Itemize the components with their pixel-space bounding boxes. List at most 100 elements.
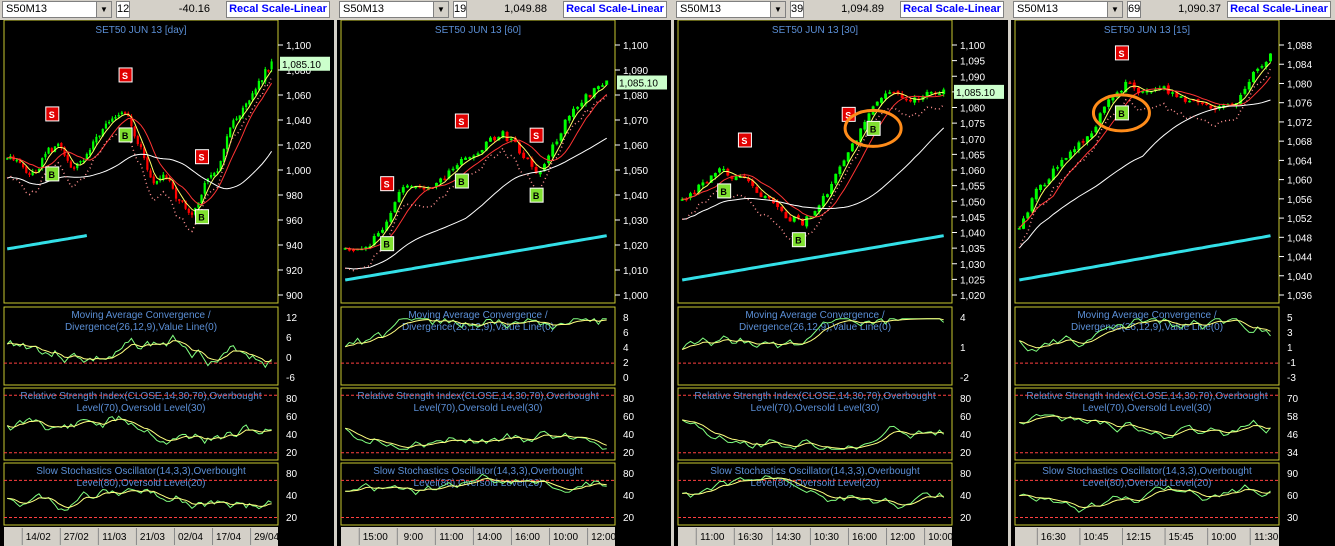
rsi-line: [1019, 415, 1271, 437]
recal-scale-button[interactable]: Recal Scale-Linear: [563, 1, 667, 18]
symbol-select[interactable]: S50M13 ▼: [1013, 1, 1123, 18]
symbol-select[interactable]: S50M13 ▼: [2, 1, 112, 18]
price-frame: [1014, 20, 1280, 304]
panel-toolbar: S50M13 ▼ 39 1,094.89 Recal Scale-Linear: [674, 0, 1008, 20]
long-ma-line: [681, 234, 944, 282]
x-tick-label: 16:00: [852, 532, 877, 543]
symbol-value: S50M13: [1017, 3, 1058, 15]
panel-divider[interactable]: [1008, 0, 1011, 546]
price-tick-label: 1,084: [1287, 60, 1312, 71]
signal-label: B: [383, 240, 390, 250]
sto-title: Slow Stochastics Oscillator(14,3,3),Over…: [36, 466, 246, 477]
dropdown-arrow-icon[interactable]: ▼: [770, 2, 785, 17]
candle: [1260, 66, 1264, 68]
price-tick-label: 1,045: [960, 213, 985, 224]
dropdown-arrow-icon[interactable]: ▼: [433, 2, 448, 17]
candle: [784, 212, 788, 219]
x-tick-label: 12:15: [1126, 532, 1151, 543]
price-tick-label: 1,048: [1287, 233, 1312, 244]
x-tick-label: 10:30: [814, 532, 839, 543]
sto-line: [7, 488, 272, 511]
price-tick-label: 1,040: [286, 116, 311, 127]
candle: [92, 141, 95, 150]
price-tick-label: 1,020: [286, 141, 311, 152]
chart-title: SET50 JUN 13 [60]: [435, 25, 521, 36]
candle: [693, 192, 697, 195]
candle: [1132, 82, 1136, 89]
macd-tick-label: 12: [286, 313, 298, 324]
dropdown-arrow-icon[interactable]: ▼: [1107, 2, 1122, 17]
candle: [1102, 106, 1106, 113]
rsi-tick-label: 20: [286, 448, 298, 459]
symbol-select[interactable]: S50M13 ▼: [676, 1, 786, 18]
last-value: 1,090.37: [1178, 3, 1221, 15]
price-tick-label: 940: [286, 241, 303, 252]
price-tick-label: 1,070: [960, 135, 985, 146]
candle: [588, 94, 592, 98]
candle: [722, 168, 726, 171]
x-tick-label: 10:00: [1211, 532, 1236, 543]
current-price-label: 1,085.10: [956, 88, 995, 99]
chart-panel-2: S50M13 ▼ 19 1,049.88 Recal Scale-Linear SET50…: [337, 0, 671, 546]
recal-scale-button[interactable]: Recal Scale-Linear: [1227, 1, 1331, 18]
price-tick-label: 1,030: [623, 216, 648, 227]
chart-svg: SET50 JUN 13 [15] 1,088 1,084 1,080 1,076 1,0…: [1014, 20, 1312, 546]
rsi-tick-label: 80: [960, 394, 972, 405]
price-tick-label: 1,020: [960, 291, 985, 302]
price-tick-label: 1,090: [623, 66, 648, 77]
signal-label: B: [198, 213, 205, 223]
macd-title: Divergence(26,12,9),Value Line(0): [1071, 322, 1223, 333]
sto-title: Slow Stochastics Oscillator(14,3,3),Over…: [1042, 466, 1252, 477]
recal-scale-button[interactable]: Recal Scale-Linear: [226, 1, 330, 18]
candle: [879, 97, 883, 103]
candle: [260, 80, 264, 82]
candle: [190, 212, 194, 215]
x-tick-label: 11:00: [439, 532, 464, 543]
candle: [929, 92, 933, 94]
candle: [734, 176, 738, 181]
macd-tick-label: -1: [1287, 358, 1296, 369]
panel-divider[interactable]: [671, 0, 674, 546]
candle: [1119, 90, 1123, 93]
rsi-tick-label: 60: [960, 412, 972, 423]
dropdown-arrow-icon[interactable]: ▼: [96, 2, 111, 17]
sto-tick-label: 40: [286, 491, 298, 502]
x-tick-label: 14:30: [776, 532, 801, 543]
macd-tick-label: 4: [623, 343, 629, 354]
candle: [505, 132, 509, 142]
candle: [1256, 68, 1260, 72]
x-tick-label: 02/04: [178, 532, 203, 543]
price-tick-label: 1,100: [623, 41, 648, 52]
candle: [216, 171, 219, 173]
sto-tick-label: 40: [623, 491, 635, 502]
candle: [422, 187, 426, 190]
signal-label: B: [720, 187, 727, 197]
candle: [248, 100, 251, 105]
candle: [838, 166, 842, 175]
candle: [875, 101, 879, 106]
panel-divider[interactable]: [334, 0, 337, 546]
candle: [1247, 81, 1251, 90]
symbol-select[interactable]: S50M13 ▼: [339, 1, 449, 18]
fast-ma-line: [345, 84, 608, 250]
recal-scale-button[interactable]: Recal Scale-Linear: [900, 1, 1004, 18]
candle: [149, 170, 152, 178]
candle: [347, 249, 351, 251]
candle: [718, 168, 721, 173]
candle: [942, 89, 946, 95]
macd-tick-label: 4: [960, 313, 966, 324]
macd-title: Moving Average Convergence /: [1077, 310, 1217, 321]
candle: [459, 159, 463, 165]
last-value: -40.16: [178, 3, 210, 15]
candle: [79, 160, 82, 163]
rsi-title: Level(70),Oversold Level(30): [77, 403, 206, 414]
signal-label: S: [1118, 49, 1124, 59]
candle: [1107, 99, 1111, 107]
price-tick-label: 1,030: [960, 260, 985, 271]
candle: [821, 195, 825, 207]
candle: [1243, 88, 1247, 94]
price-tick-label: 1,020: [623, 241, 648, 252]
candle: [57, 143, 60, 147]
candle: [489, 137, 492, 142]
candle: [813, 211, 817, 216]
